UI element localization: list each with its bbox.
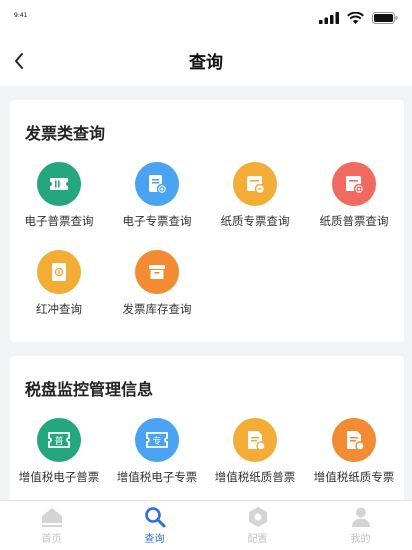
- grid-item-vat-electronic-general[interactable]: 普 增值税电子普票: [10, 418, 108, 485]
- grid-item-label: 红冲查询: [36, 302, 82, 316]
- tab-settings[interactable]: 配置: [206, 501, 309, 550]
- inventory-box-icon: [135, 250, 179, 294]
- status-time: 9:41: [14, 12, 28, 19]
- status-bar: 9:41: [0, 0, 412, 36]
- grid-item-electronic-special-query[interactable]: 电子专票查询: [108, 162, 206, 229]
- status-icons: [319, 12, 398, 24]
- grid-item-vat-electronic-special[interactable]: 专 增值税电子专票: [108, 418, 206, 485]
- tab-search[interactable]: 查询: [103, 501, 206, 550]
- tab-home[interactable]: 首页: [0, 501, 103, 550]
- grid-item-red-reversal-query[interactable]: 红冲查询: [10, 250, 108, 317]
- signal-icon: [319, 12, 339, 24]
- bottom-tab-bar: 首页 查询 配置 我的: [0, 500, 412, 550]
- vat-electronic-general-icon: 普: [37, 418, 81, 462]
- tab-label: 查询: [144, 534, 165, 545]
- grid-item-paper-general-query[interactable]: 纸质普票查询: [305, 162, 403, 229]
- grid-item-inventory-query[interactable]: 发票库存查询: [108, 250, 206, 317]
- battery-icon: [372, 12, 398, 24]
- grid-item-label: 发票库存查询: [122, 302, 192, 316]
- grid-item-label: 纸质普票查询: [319, 214, 389, 228]
- red-reversal-icon: [37, 250, 81, 294]
- grid-item-label: 电子专票查询: [122, 214, 192, 228]
- paper-general-icon: [332, 162, 376, 206]
- user-icon: [351, 507, 370, 527]
- grid-item-label: 增值税电子专票: [116, 470, 198, 484]
- ticket-icon: [37, 162, 81, 206]
- svg-text:专: 专: [152, 435, 161, 447]
- tab-label: 配置: [247, 534, 268, 545]
- grid-item-electronic-general-query[interactable]: 电子普票查询: [10, 162, 108, 229]
- grid-item-vat-paper-general[interactable]: 增值税纸质普票: [206, 418, 304, 485]
- page-title: 查询: [189, 53, 223, 73]
- paper-special-icon: [233, 162, 277, 206]
- section-title: 发票类查询: [25, 124, 106, 143]
- tab-profile[interactable]: 我的: [309, 501, 412, 550]
- wifi-icon: [347, 12, 364, 24]
- settings-icon: [248, 507, 267, 527]
- svg-text:普: 普: [54, 435, 63, 447]
- search-icon: [144, 507, 165, 528]
- tab-label: 首页: [41, 534, 62, 545]
- navigation-bar: 查询: [0, 36, 412, 86]
- vat-electronic-special-icon: 专: [135, 418, 179, 462]
- grid-item-label: 增值税纸质普票: [214, 470, 296, 484]
- document-search-icon: [135, 162, 179, 206]
- grid-item-label: 增值税电子普票: [18, 470, 100, 484]
- grid-item-vat-paper-special[interactable]: 增值税纸质专票: [305, 418, 403, 485]
- tax-disk-monitor-section: 税盘监控管理信息 普 增值税电子普票 专 增值税电子专票 增值税纸质普票 增值税…: [10, 356, 404, 516]
- tab-label: 我的: [350, 534, 371, 545]
- grid-item-label: 纸质专票查询: [220, 214, 290, 228]
- vat-paper-general-icon: [233, 418, 277, 462]
- grid-item-label: 电子普票查询: [24, 214, 94, 228]
- grid-item-paper-special-query[interactable]: 纸质专票查询: [206, 162, 304, 229]
- vat-paper-special-icon: [332, 418, 376, 462]
- invoice-query-section: 发票类查询 电子普票查询 电子专票查询 纸质专票查询 纸质普票查询 红冲查询 发…: [10, 100, 404, 342]
- home-icon: [41, 508, 62, 527]
- grid-item-label: 增值税纸质专票: [313, 470, 395, 484]
- section-title: 税盘监控管理信息: [25, 380, 154, 399]
